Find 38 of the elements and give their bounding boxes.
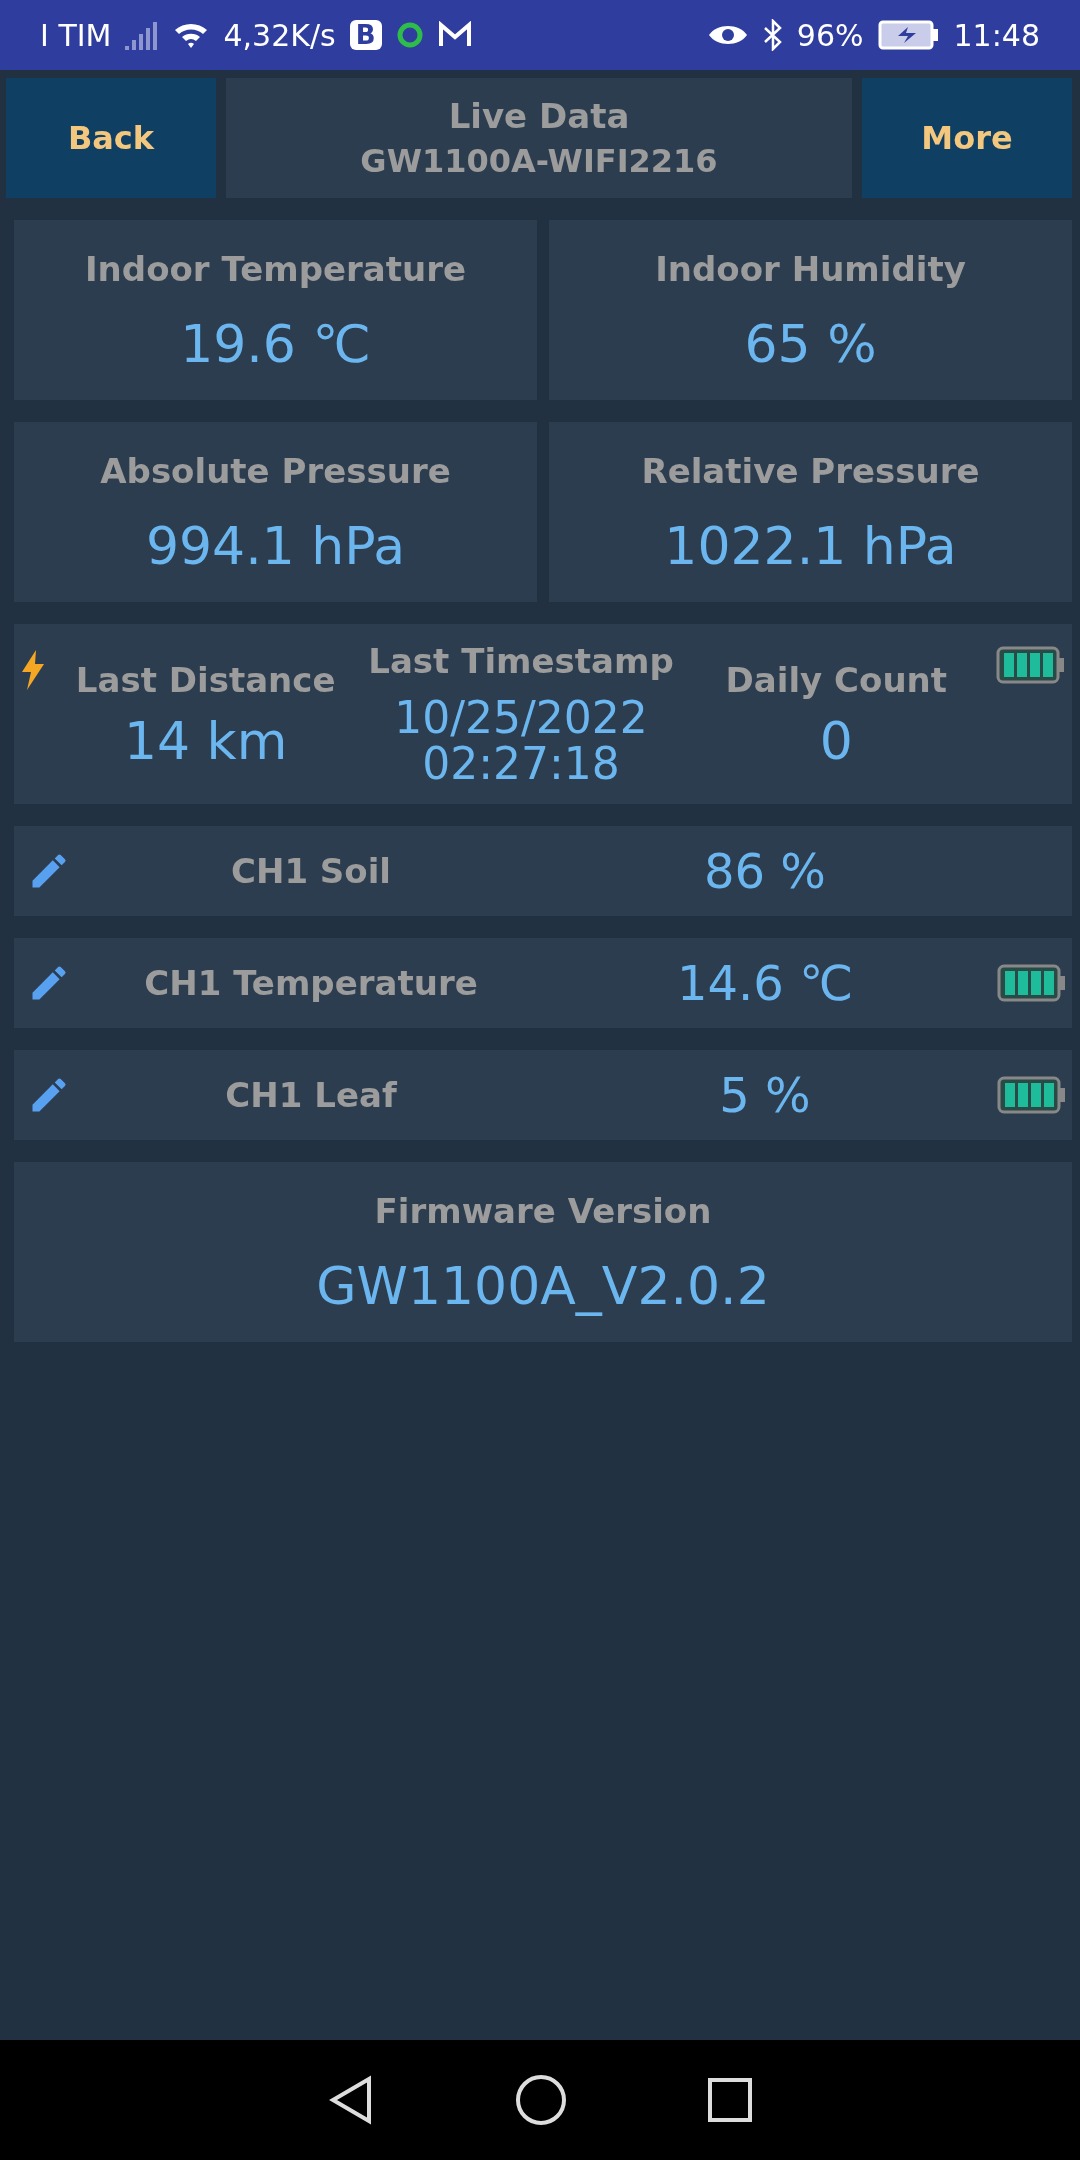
channel-value: 14.6 ℃: [676, 957, 853, 1009]
lightning-label: Daily Count: [725, 659, 948, 700]
reading-label: Relative Pressure: [641, 450, 980, 491]
device-name: GW1100A-WIFI2216: [360, 142, 718, 180]
channel-name: CH1 Leaf: [225, 1075, 397, 1115]
reading-label: Indoor Humidity: [655, 248, 966, 289]
signal-icon: [125, 20, 160, 50]
more-button[interactable]: More: [862, 78, 1072, 198]
screen-title: Live Data: [448, 96, 630, 136]
firmware-value: GW1100A_V2.0.2: [316, 1258, 770, 1314]
clock: 11:48: [953, 17, 1040, 53]
home-nav-icon[interactable]: [515, 2074, 567, 2126]
lightning-icon: [20, 650, 46, 690]
lightning-value: 10/25/2022 02:27:18: [394, 694, 648, 788]
battery-percent: 96%: [796, 17, 864, 53]
lightning-value: 0: [819, 713, 853, 769]
reading-value: 65 %: [744, 316, 877, 372]
reading-value: 1022.1 hPa: [664, 518, 957, 574]
back-button[interactable]: Back: [6, 78, 216, 198]
lightning-label: Last Distance: [75, 659, 336, 700]
reading-value: 19.6 ℃: [180, 316, 371, 372]
lightning-label: Last Timestamp: [368, 640, 674, 681]
mail-icon: [437, 21, 472, 49]
battery-charging-icon: [877, 20, 940, 50]
channel-name: CH1 Soil: [230, 851, 392, 891]
channel-value: 5 %: [719, 1069, 811, 1121]
reading-value: 994.1 hPa: [145, 518, 406, 574]
reading-label: Absolute Pressure: [100, 450, 451, 491]
carrier-name: I TIM: [40, 17, 112, 53]
channel-name: CH1 Temperature: [144, 963, 478, 1003]
reading-label: Indoor Temperature: [84, 248, 467, 289]
firmware-label: Firmware Version: [374, 1190, 712, 1231]
recents-nav-icon[interactable]: [707, 2077, 753, 2123]
channel-value: 86 %: [704, 845, 826, 897]
network-speed: 4,32K/s: [223, 17, 336, 53]
bluetooth-icon: [762, 19, 783, 51]
app-badge-icon: B: [349, 20, 382, 50]
lightning-value: 14 km: [123, 713, 288, 769]
